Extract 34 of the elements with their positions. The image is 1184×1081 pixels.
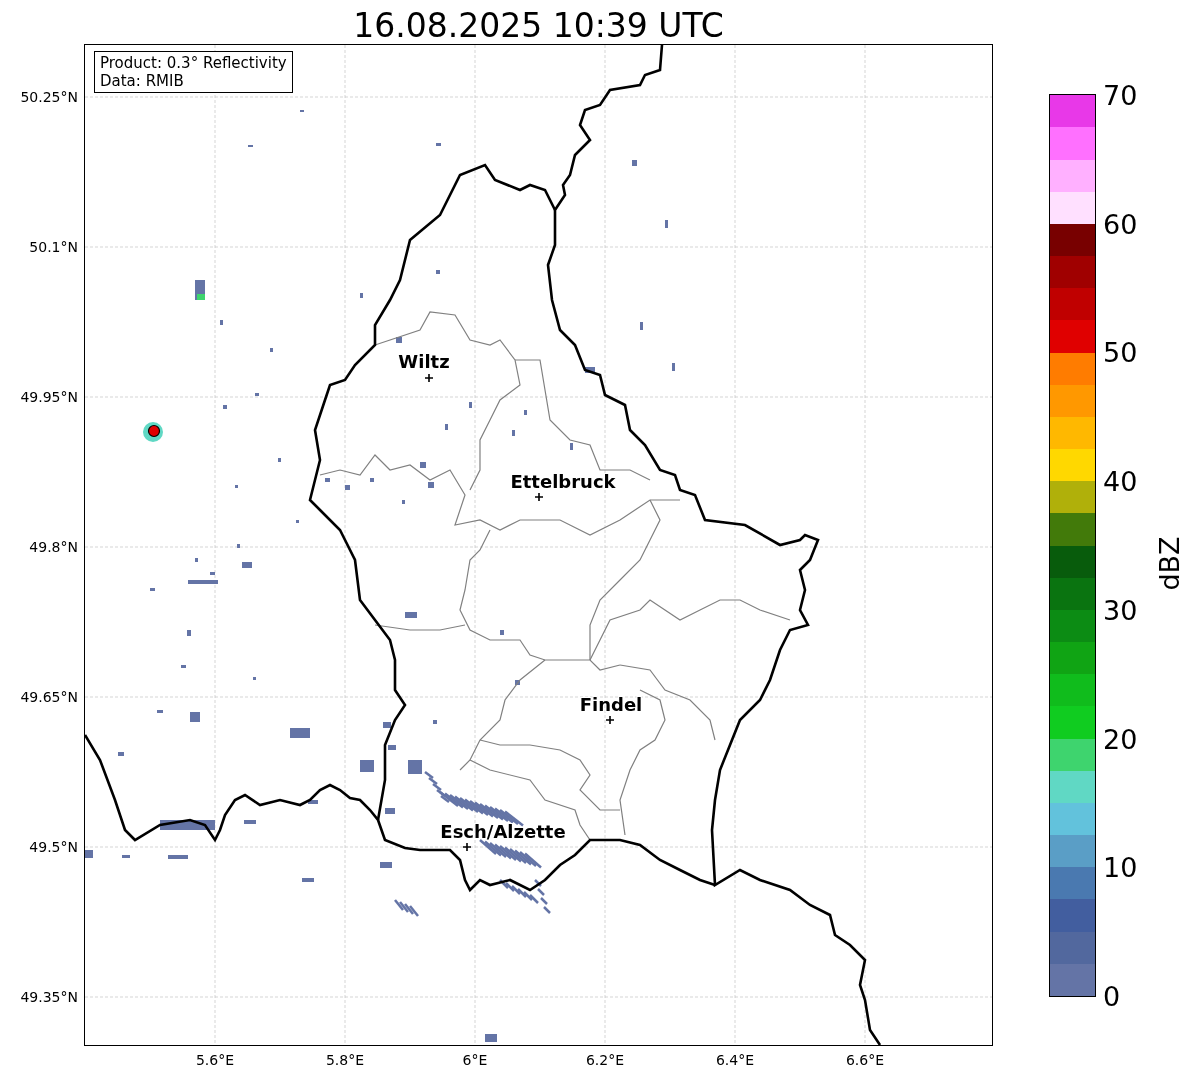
city-marker-icon [462, 842, 472, 852]
latitude-label: 50.1°N [29, 239, 78, 255]
scale-label: 60 [1103, 208, 1138, 240]
longitude-label: 6°E [462, 1052, 488, 1068]
chart-title: 16.08.2025 10:39 UTC [352, 5, 725, 45]
scale-label: 70 [1103, 79, 1138, 111]
latitude-label: 49.65°N [20, 689, 78, 705]
longitude-label: 6.2°E [585, 1052, 625, 1068]
latitude-label: 49.35°N [20, 989, 78, 1005]
scale-label: 50 [1103, 336, 1138, 368]
longitude-label: 5.8°E [325, 1052, 365, 1068]
radar-site-icon [143, 422, 163, 442]
latitude-label: 49.95°N [20, 389, 78, 405]
scale-label: 40 [1103, 465, 1138, 497]
city-marker-icon [534, 492, 544, 502]
latitude-label: 49.8°N [29, 539, 78, 555]
city-label: Findel [579, 694, 643, 715]
latitude-label: 49.5°N [29, 839, 78, 855]
city-label: Esch/Alzette [440, 821, 566, 842]
longitude-label: 6.6°E [845, 1052, 885, 1068]
scale-label: 0 [1103, 980, 1121, 1012]
scale-label: 10 [1103, 851, 1138, 883]
unit-label: dBZ [1153, 536, 1184, 591]
legend-text: Data: RMIB [100, 72, 185, 90]
longitude-label: 6.4°E [715, 1052, 755, 1068]
longitude-label: 5.6°E [195, 1052, 235, 1068]
latitude-label: 50.25°N [20, 89, 78, 105]
city-label: Ettelbruck [510, 471, 616, 492]
city-marker-icon [424, 373, 434, 383]
legend-text: Product: 0.3° Reflectivity [100, 54, 287, 72]
scale-label: 20 [1103, 723, 1138, 755]
city-marker-icon [605, 715, 615, 725]
scale-label: 30 [1103, 594, 1138, 626]
city-label: Wiltz [398, 351, 450, 372]
